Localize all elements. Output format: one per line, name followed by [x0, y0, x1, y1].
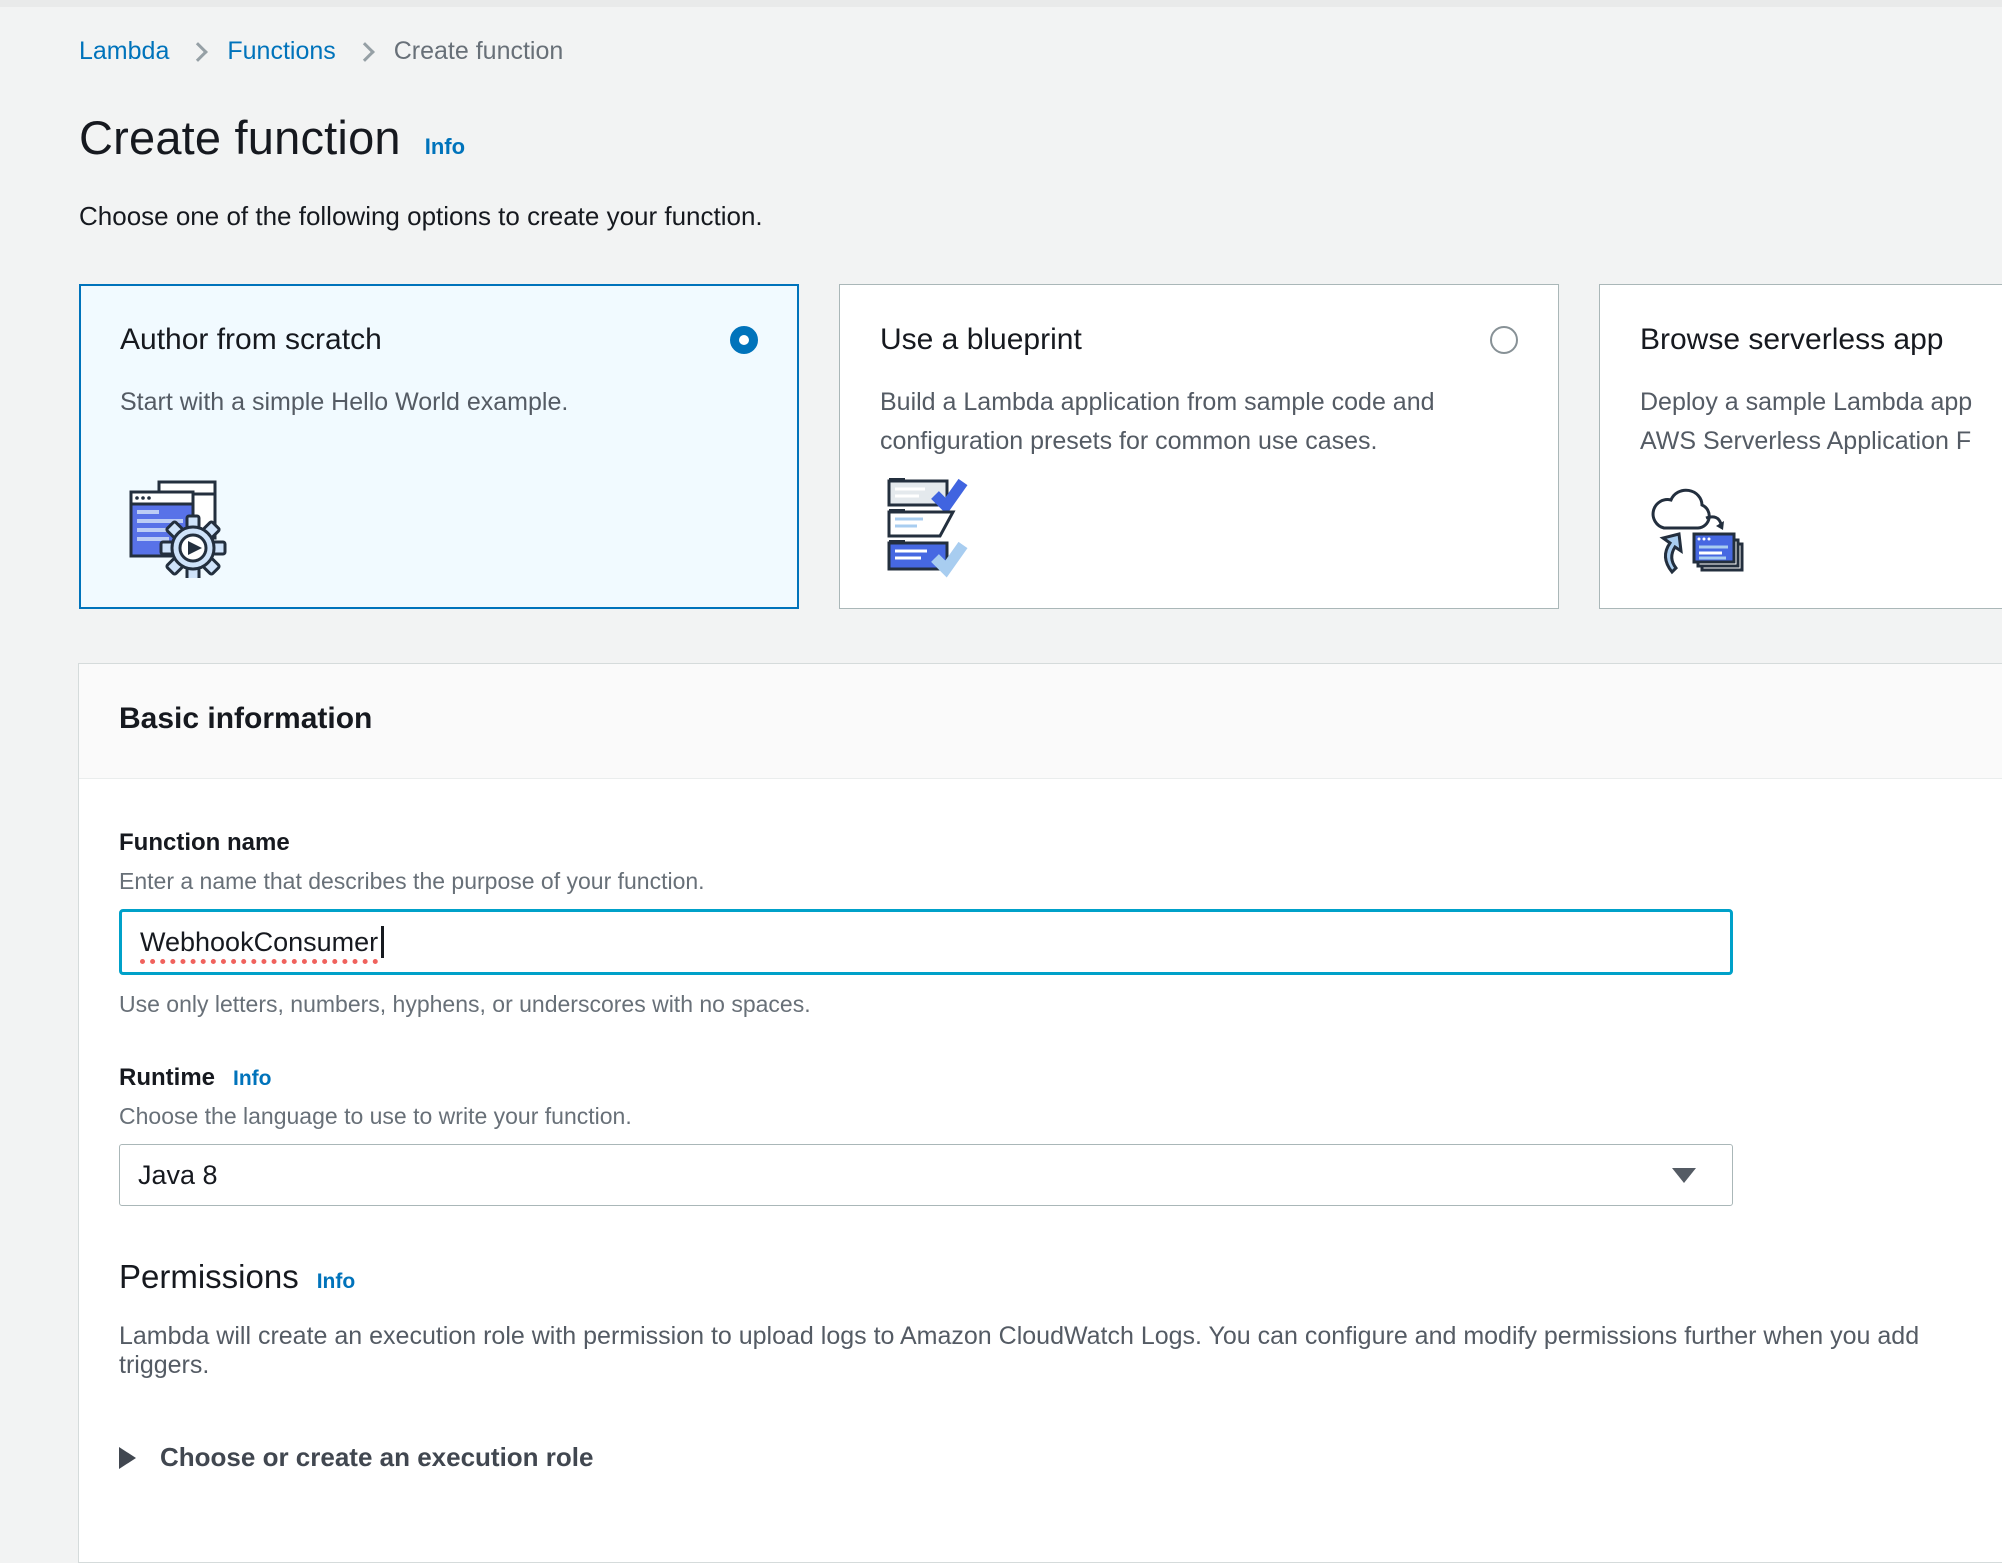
runtime-description: Choose the language to use to write your… [119, 1103, 1991, 1130]
runtime-selected-value: Java 8 [138, 1160, 218, 1191]
function-name-input[interactable]: WebhookConsumer [119, 909, 1733, 975]
radio-selected-icon[interactable] [730, 326, 758, 354]
author-from-scratch-icon [120, 478, 230, 578]
card-description: Start with a simple Hello World example. [120, 383, 758, 422]
function-name-value: WebhookConsumer [140, 927, 378, 958]
card-description: Build a Lambda application from sample c… [880, 383, 1518, 461]
serverless-app-repository-icon [1640, 478, 1750, 578]
card-use-a-blueprint[interactable]: Use a blueprint Build a Lambda applicati… [839, 284, 1559, 609]
card-header: Use a blueprint [880, 323, 1518, 357]
card-author-from-scratch[interactable]: Author from scratch Start with a simple … [79, 284, 799, 609]
basic-information-panel: Basic information Function name Enter a … [78, 663, 2002, 1563]
runtime-field-group: Runtime Info Choose the language to use … [119, 1064, 1991, 1206]
breadcrumb-lambda-link[interactable]: Lambda [79, 37, 169, 66]
card-description: Deploy a sample Lambda app AWS Serverles… [1640, 383, 2002, 461]
creation-option-cards: Author from scratch Start with a simple … [79, 284, 2002, 609]
title-info-link[interactable]: Info [425, 134, 465, 160]
runtime-select[interactable]: Java 8 [119, 1144, 1733, 1206]
window-top-edge [0, 0, 2002, 7]
card-title: Browse serverless app [1640, 323, 1943, 357]
card-description-line: Deploy a sample Lambda app [1640, 383, 2002, 422]
execution-role-expander-label: Choose or create an execution role [160, 1442, 593, 1473]
page-title: Create function [79, 110, 401, 165]
card-header: Browse serverless app [1640, 323, 2002, 357]
blueprint-icon [880, 478, 990, 578]
function-name-label: Function name [119, 829, 1991, 857]
panel-header: Basic information [79, 664, 2002, 779]
permissions-section: Permissions Info Lambda will create an e… [119, 1258, 1991, 1473]
card-title: Use a blueprint [880, 323, 1082, 357]
function-name-field-group: Function name Enter a name that describe… [119, 829, 1991, 1018]
breadcrumb: Lambda Functions Create function [79, 7, 2002, 66]
expander-triangle-icon [119, 1447, 136, 1469]
text-caret [381, 926, 384, 958]
function-name-constraint: Use only letters, numbers, hyphens, or u… [119, 991, 1991, 1018]
chevron-right-icon [355, 42, 375, 62]
create-function-page: Lambda Functions Create function Create … [0, 7, 2002, 1563]
radio-unselected-icon[interactable] [1490, 326, 1518, 354]
execution-role-expander[interactable]: Choose or create an execution role [119, 1442, 1991, 1473]
permissions-title: Permissions [119, 1258, 299, 1296]
section-title: Basic information [119, 702, 1963, 736]
breadcrumb-current: Create function [394, 37, 564, 66]
breadcrumb-functions-link[interactable]: Functions [227, 37, 335, 66]
permissions-description: Lambda will create an execution role wit… [119, 1322, 1991, 1380]
function-name-description: Enter a name that describes the purpose … [119, 868, 1991, 895]
runtime-label: Runtime [119, 1064, 215, 1092]
panel-body: Function name Enter a name that describe… [79, 779, 2002, 1513]
chevron-right-icon [188, 42, 208, 62]
card-browse-serverless-app-repository[interactable]: Browse serverless app Deploy a sample La… [1599, 284, 2002, 609]
card-description-line: AWS Serverless Application F [1640, 422, 2002, 461]
permissions-info-link[interactable]: Info [317, 1270, 355, 1294]
intro-text: Choose one of the following options to c… [79, 201, 2002, 232]
card-header: Author from scratch [120, 323, 758, 357]
card-title: Author from scratch [120, 323, 382, 357]
runtime-info-link[interactable]: Info [233, 1067, 271, 1091]
dropdown-caret-icon [1672, 1168, 1696, 1183]
page-title-row: Create function Info [79, 110, 2002, 165]
